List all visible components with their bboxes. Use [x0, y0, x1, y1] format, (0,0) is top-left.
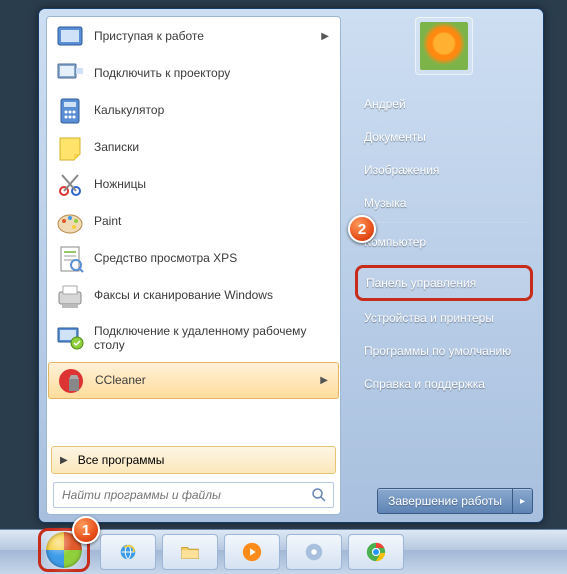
right-item-8[interactable]: Справка и поддержка — [355, 368, 533, 400]
program-getting-started[interactable]: Приступая к работе ▶ — [48, 18, 339, 55]
disc-icon — [303, 541, 325, 563]
program-xps-viewer[interactable]: Средство просмотра XPS — [48, 240, 339, 277]
start-menu-left-pane: Приступая к работе ▶ Подключить к проектор… — [46, 16, 341, 515]
triangle-right-icon: ▶ — [60, 455, 68, 466]
program-calculator[interactable]: Калькулятор — [48, 92, 339, 129]
separator — [359, 222, 529, 223]
user-avatar[interactable] — [415, 17, 473, 75]
shutdown-options-button[interactable]: ▸ — [512, 489, 532, 513]
program-paint[interactable]: Paint — [48, 203, 339, 240]
chrome-icon — [365, 541, 387, 563]
search-box — [53, 482, 334, 508]
shutdown-button[interactable]: Завершение работы — [378, 489, 512, 513]
program-label: Подключить к проектору — [94, 66, 230, 80]
program-label: Записки — [94, 140, 139, 154]
right-item-3[interactable]: Музыка — [355, 187, 533, 219]
fax-scan-icon — [54, 280, 86, 312]
right-item-5[interactable]: Панель управления — [355, 265, 533, 301]
shutdown-split-button: Завершение работы ▸ — [377, 488, 533, 514]
folder-icon — [179, 541, 201, 563]
all-programs-label: Все программы — [78, 453, 165, 467]
start-menu-right-pane: АндрейДокументыИзображенияМузыка Компьюте… — [341, 9, 543, 522]
right-item-1[interactable]: Документы — [355, 121, 533, 153]
calculator-icon — [54, 95, 86, 127]
taskbar-ie[interactable] — [100, 534, 156, 570]
start-menu: Приступая к работе ▶ Подключить к проектор… — [38, 8, 544, 523]
shutdown-label: Завершение работы — [388, 494, 502, 508]
submenu-arrow-icon: ▶ — [321, 31, 333, 42]
program-snipping-tool[interactable]: Ножницы — [48, 166, 339, 203]
program-label: Средство просмотра XPS — [94, 251, 237, 265]
ie-icon — [117, 541, 139, 563]
submenu-arrow-icon: ▶ — [320, 375, 332, 386]
remote-desktop-icon — [54, 322, 86, 354]
annotation-badge-2: 2 — [348, 215, 376, 243]
program-projector[interactable]: Подключить к проектору — [48, 55, 339, 92]
program-remote-desktop[interactable]: Подключение к удаленному рабочему столу — [48, 314, 339, 362]
projector-icon — [54, 58, 86, 90]
right-item-0[interactable]: Андрей — [355, 88, 533, 120]
media-player-icon — [241, 541, 263, 563]
taskbar-wmp[interactable] — [224, 534, 280, 570]
program-sticky-notes[interactable]: Записки — [48, 129, 339, 166]
right-item-7[interactable]: Программы по умолчанию — [355, 335, 533, 367]
right-item-6[interactable]: Устройства и принтеры — [355, 302, 533, 334]
program-label: Ножницы — [94, 177, 146, 191]
program-label: Факсы и сканирование Windows — [94, 288, 273, 302]
flower-avatar-icon — [420, 22, 468, 70]
program-fax-scan[interactable]: Факсы и сканирование Windows — [48, 277, 339, 314]
xps-viewer-icon — [54, 243, 86, 275]
program-label: CCleaner — [95, 373, 146, 387]
program-label: Paint — [94, 214, 121, 228]
all-programs-button[interactable]: ▶ Все программы — [51, 446, 336, 474]
taskbar-explorer[interactable] — [162, 534, 218, 570]
right-menu-list: АндрейДокументыИзображенияМузыка Компьюте… — [355, 87, 533, 488]
program-label: Приступая к работе — [94, 29, 204, 43]
search-row — [47, 476, 340, 514]
snipping-tool-icon — [54, 169, 86, 201]
paint-icon — [54, 206, 86, 238]
program-label: Подключение к удаленному рабочему столу — [94, 324, 333, 353]
pinned-programs-list: Приступая к работе ▶ Подключить к проектор… — [47, 17, 340, 442]
right-item-4[interactable]: Компьютер — [355, 226, 533, 258]
program-label: Калькулятор — [94, 103, 164, 117]
separator — [359, 261, 529, 262]
right-item-2[interactable]: Изображения — [355, 154, 533, 186]
sticky-notes-icon — [54, 132, 86, 164]
taskbar-app[interactable] — [286, 534, 342, 570]
search-input[interactable] — [54, 483, 333, 507]
getting-started-icon — [54, 21, 86, 53]
search-icon — [311, 487, 327, 503]
ccleaner-icon — [55, 365, 87, 397]
chevron-right-icon: ▸ — [520, 496, 525, 507]
user-avatar-frame — [355, 17, 533, 75]
taskbar-chrome[interactable] — [348, 534, 404, 570]
annotation-badge-1: 1 — [72, 516, 100, 544]
program-ccleaner[interactable]: CCleaner ▶ — [48, 362, 339, 399]
